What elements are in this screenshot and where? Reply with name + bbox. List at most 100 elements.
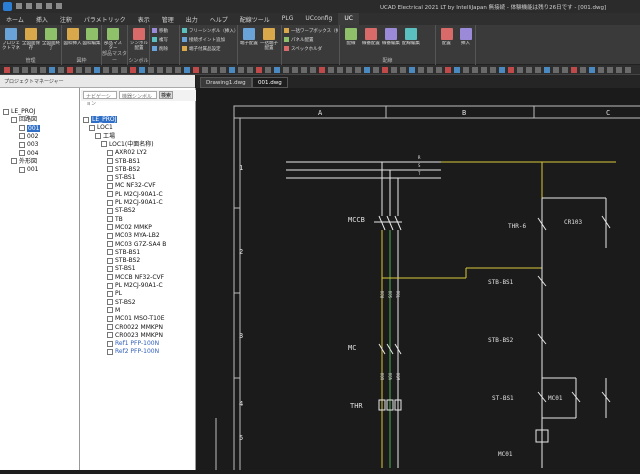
toolbar-icon[interactable] <box>580 67 586 73</box>
toolbar-icon[interactable] <box>58 67 64 73</box>
search-input[interactable]: ナビゲーション <box>83 91 117 107</box>
ribbon-button[interactable]: 全図面終了 <box>41 28 61 51</box>
toolbar-icon[interactable] <box>373 67 379 73</box>
ribbon-tab[interactable]: 表示 <box>132 13 156 25</box>
search-button[interactable]: 検索 <box>159 91 173 99</box>
ribbon-button[interactable]: 部品マスター <box>103 28 123 51</box>
toolbar-icon[interactable] <box>40 67 46 73</box>
ribbon-tab[interactable]: PLG <box>276 13 300 25</box>
tree-item[interactable]: PL M2CJ-90A1-C <box>107 199 163 206</box>
tree-item[interactable]: LOC1 <box>89 124 113 131</box>
tree-item[interactable]: MC NF32-CVF <box>107 182 156 189</box>
toolbar-icon[interactable] <box>274 67 280 73</box>
toolbar-icon[interactable] <box>427 67 433 73</box>
tree-item[interactable]: LE_PROJ <box>3 108 35 115</box>
tree-item[interactable]: MC03 MYA-LB2 <box>107 232 160 239</box>
toolbar-icon[interactable] <box>211 67 217 73</box>
ribbon-tab[interactable]: 出力 <box>180 13 204 25</box>
tree-item[interactable]: 004 <box>19 150 38 157</box>
toolbar-icon[interactable] <box>418 67 424 73</box>
toolbar-icon[interactable] <box>355 67 361 73</box>
toolbar-icon[interactable] <box>148 67 154 73</box>
ribbon-tab[interactable]: UC <box>338 13 359 25</box>
ribbon-tab[interactable]: UCconfig <box>299 13 338 25</box>
ribbon-button[interactable]: プロジェクトマネージャー <box>1 28 21 51</box>
toolbar-icon[interactable] <box>301 67 307 73</box>
tree-item[interactable]: ST-BS1 <box>107 265 136 272</box>
ribbon-button[interactable]: 線番配置 <box>361 28 381 51</box>
ribbon-button[interactable]: 挿入 <box>456 28 475 51</box>
ribbon-button[interactable]: 配線 <box>341 28 361 51</box>
tree-item[interactable]: STB-BS1 <box>107 249 140 256</box>
toolbar-icon[interactable] <box>481 67 487 73</box>
toolbar-icon[interactable] <box>319 67 325 73</box>
ribbon-tab[interactable]: パラメトリック <box>78 13 132 25</box>
ribbon-button[interactable]: 全図面保存 <box>21 28 41 51</box>
tree-item[interactable]: MCCB NF32-CVF <box>107 274 164 281</box>
toolbar-icon[interactable] <box>328 67 334 73</box>
tree-item[interactable]: MC01 MSO-T10E <box>107 315 165 322</box>
toolbar-icon[interactable] <box>589 67 595 73</box>
tree-item[interactable]: CR0023 MMKPN <box>107 332 163 339</box>
ribbon-button[interactable]: シンボル配置 <box>129 28 149 51</box>
toolbar-icon[interactable] <box>256 67 262 73</box>
toolbar-icon[interactable] <box>472 67 478 73</box>
ribbon-small-button[interactable]: パネル配置 <box>284 37 338 43</box>
toolbar-icon[interactable] <box>616 67 622 73</box>
toolbar-icon[interactable] <box>112 67 118 73</box>
tree-item[interactable]: TB <box>107 216 123 223</box>
tree-item[interactable]: LE_PROJ <box>83 116 118 123</box>
toolbar-icon[interactable] <box>265 67 271 73</box>
tree-item[interactable]: Ref2 PFP-100N <box>107 348 159 355</box>
toolbar-icon[interactable] <box>445 67 451 73</box>
toolbar-icon[interactable] <box>193 67 199 73</box>
tree-item[interactable]: 工場 <box>95 133 115 140</box>
toolbar-icon[interactable] <box>553 67 559 73</box>
toolbar-icon[interactable] <box>400 67 406 73</box>
toolbar-icon[interactable] <box>121 67 127 73</box>
ribbon-button[interactable]: 端子配置 <box>239 28 259 51</box>
tree-item[interactable]: 外形図 <box>11 158 37 165</box>
toolbar-icon[interactable] <box>103 67 109 73</box>
tree-item[interactable]: CR0022 MMKPN <box>107 324 163 331</box>
tree-item[interactable]: STB-BS2 <box>107 257 140 264</box>
toolbar-icon[interactable] <box>391 67 397 73</box>
ribbon-button[interactable]: 一括端子配置 <box>259 28 279 51</box>
tree-item[interactable]: ST-BS2 <box>107 207 136 214</box>
toolbar-icon[interactable] <box>490 67 496 73</box>
tree-item[interactable]: 002 <box>19 133 38 140</box>
ribbon-button[interactable]: 図枠編集 <box>82 28 101 51</box>
toolbar-icon[interactable] <box>283 67 289 73</box>
save-icon[interactable] <box>36 3 42 9</box>
drawing-tab[interactable]: 001.dwg <box>252 77 288 88</box>
tree-item[interactable]: M <box>107 307 120 314</box>
ribbon-button[interactable]: 配線編集 <box>401 28 421 51</box>
drawing-canvas[interactable]: A B C 1 2 3 4 5 R S T MCCB MC THR R00 S00 T00 U00 V00 W00 TH… <box>196 88 640 474</box>
toolbar-icon[interactable] <box>238 67 244 73</box>
toolbar-icon[interactable] <box>508 67 514 73</box>
tree-item[interactable]: LOC1(中面名称) <box>101 141 154 148</box>
toolbar-icon[interactable] <box>607 67 613 73</box>
toolbar-icon[interactable] <box>85 67 91 73</box>
toolbar-icon[interactable] <box>220 67 226 73</box>
ribbon-small-button[interactable]: 移動 <box>152 28 178 34</box>
ribbon-small-button[interactable]: 削除 <box>152 46 178 52</box>
tree-item[interactable]: ST-BS1 <box>107 174 136 181</box>
tree-item[interactable]: STB-BS1 <box>107 158 140 165</box>
toolbar-icon[interactable] <box>139 67 145 73</box>
toolbar-icon[interactable] <box>76 67 82 73</box>
toolbar-icon[interactable] <box>157 67 163 73</box>
toolbar-icon[interactable] <box>436 67 442 73</box>
ribbon-tab[interactable]: ホーム <box>0 13 30 25</box>
toolbar-icon[interactable] <box>571 67 577 73</box>
ribbon-tab[interactable]: ヘルプ <box>204 13 234 25</box>
app-logo-icon[interactable] <box>3 2 12 11</box>
toolbar-icon[interactable] <box>517 67 523 73</box>
toolbar-icon[interactable] <box>31 67 37 73</box>
toolbar-icon[interactable] <box>310 67 316 73</box>
undo-icon[interactable] <box>46 3 52 9</box>
toolbar-icon[interactable] <box>4 67 10 73</box>
toolbar-icon[interactable] <box>535 67 541 73</box>
tree-item[interactable]: Ref1 PFP-100N <box>107 340 159 347</box>
toolbar-icon[interactable] <box>409 67 415 73</box>
